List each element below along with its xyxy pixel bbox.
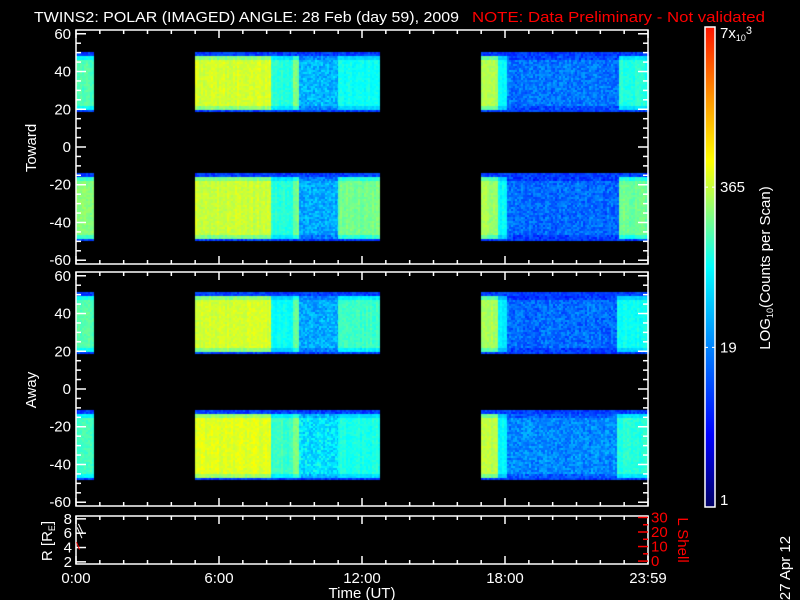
spectrogram-segment — [293, 292, 299, 353]
spectrogram-segment — [481, 173, 498, 241]
spectrogram-segment — [76, 52, 93, 112]
y-tick-label: -20 — [49, 419, 71, 436]
cb-title-sub: 10 — [765, 308, 775, 318]
y-tick-label: 2 — [64, 554, 72, 571]
x-tick-label: 6:00 — [204, 570, 233, 587]
y-tick-label: -20 — [49, 177, 71, 194]
spectrogram-segment — [619, 173, 648, 241]
y-tick-label: 40 — [54, 64, 71, 81]
spectrogram-segment — [271, 410, 293, 480]
spectrogram-segment — [293, 52, 299, 112]
colorbar-tick-label: 365 — [720, 179, 745, 196]
colorbar-title: LOG10(Counts per Scan) — [757, 186, 775, 349]
spectrogram-segment — [498, 410, 507, 480]
spectrogram-segment — [481, 410, 498, 480]
x-tick-label: 18:00 — [486, 570, 524, 587]
spectrogram-segment — [507, 410, 617, 480]
spectrogram-segment — [338, 292, 380, 353]
spectrogram-segment — [299, 292, 338, 353]
preliminary-note: NOTE: Data Preliminary - Not validated — [472, 9, 765, 26]
spectrogram-segment — [481, 52, 498, 112]
spectrogram-segment — [76, 410, 93, 480]
y-tick-label: 60 — [54, 268, 71, 285]
y-tick-label: 40 — [54, 306, 71, 323]
plot-title: TWINS2: POLAR (IMAGED) ANGLE: 28 Feb (da… — [34, 9, 459, 26]
cb-max-main: 7x — [720, 25, 736, 42]
y-tick-label: -60 — [49, 252, 71, 269]
r-axis-label: R [RE] — [39, 521, 57, 561]
date-stamp: 27 Apr 12 — [777, 536, 794, 600]
spectrogram-segment — [271, 292, 293, 353]
spectrogram-segment — [76, 173, 93, 241]
y-tick-label: 0 — [63, 139, 71, 156]
spectrogram-segment — [498, 292, 507, 353]
spectrogram-segment — [507, 52, 619, 112]
colorbar-tick-label: 1 — [720, 492, 728, 509]
y-tick-label: 0 — [63, 381, 71, 398]
y-tick-label: 20 — [54, 343, 71, 360]
spectrogram-segment — [76, 292, 93, 353]
spectrogram-segment — [271, 173, 293, 241]
x-tick-label: 23:59 — [629, 570, 667, 587]
colorbar-max-label: 7x103 — [720, 25, 752, 43]
plot-area: TWINS2: POLAR (IMAGED) ANGLE: 28 Feb (da… — [23, 9, 794, 600]
colorbar — [704, 26, 716, 508]
y-tick-label: -40 — [49, 456, 71, 473]
l-shell-tick-label: 0 — [651, 553, 659, 570]
cb-max-sup: 3 — [746, 25, 752, 37]
spectrogram-segment — [338, 173, 380, 241]
toward-panel-label: Toward — [23, 124, 40, 172]
cb-title-main: LOG — [757, 318, 774, 350]
spectrogram-segment — [498, 173, 507, 241]
spectrogram-segment — [617, 410, 648, 480]
spectrogram-segment — [293, 410, 299, 480]
spectrogram-segments — [76, 52, 648, 550]
spectrogram-segment — [338, 52, 380, 112]
cb-max-sub: 10 — [736, 33, 746, 43]
spectrogram-segment — [299, 173, 338, 241]
spectrogram-segment — [299, 52, 338, 112]
spectrogram-segment — [195, 52, 271, 112]
spectrogram-segment — [299, 410, 338, 480]
y-tick-label: -60 — [49, 494, 71, 511]
spectrogram-segment — [507, 292, 617, 353]
spectrogram-segment — [195, 410, 271, 480]
l-shell-axis-label: L Shell — [674, 517, 691, 562]
y-tick-label: 60 — [54, 26, 71, 43]
spectrogram-segment — [271, 52, 293, 112]
spectrogram-segment — [481, 292, 498, 353]
y-tick-label: -40 — [49, 214, 71, 231]
spectrogram-segment — [498, 52, 507, 112]
x-tick-label: 0:00 — [61, 570, 90, 587]
away-panel-label: Away — [23, 371, 40, 408]
l-shell-line — [76, 541, 81, 550]
spectrogram-segment — [507, 173, 619, 241]
r-label-end: ] — [39, 521, 56, 525]
x-axis-label: Time (UT) — [329, 585, 396, 600]
spectrogram-segment — [195, 173, 271, 241]
spectrogram-segment — [619, 52, 648, 112]
cb-title-end: (Counts per Scan) — [757, 186, 774, 308]
y-tick-label: 20 — [54, 101, 71, 118]
spectrogram-segment — [338, 410, 380, 480]
spectrogram-segment — [617, 292, 648, 353]
r-label-main: R [R — [39, 531, 56, 561]
spectrogram-segment — [195, 292, 271, 353]
spectrogram-segment — [293, 173, 299, 241]
colorbar-tick-label: 19 — [720, 339, 737, 356]
